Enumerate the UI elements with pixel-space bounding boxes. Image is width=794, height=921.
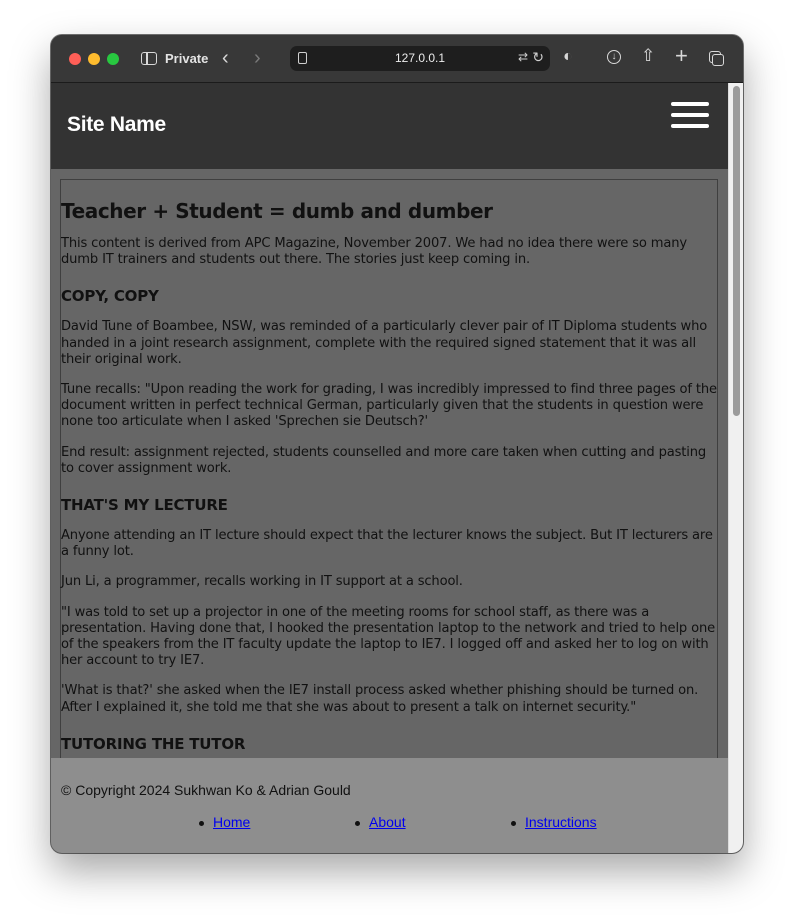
footer-nav-item: About xyxy=(355,814,406,830)
browser-window: Private ‹ › 127.0.0.1 ⇄ ↻ ◐ ↓ ⇧ + Site N… xyxy=(51,35,743,853)
home-link[interactable]: Home xyxy=(213,814,250,830)
paragraph: Anyone attending an IT lecture should ex… xyxy=(61,528,713,560)
download-icon[interactable]: ↓ xyxy=(607,50,621,64)
instructions-link[interactable]: Instructions xyxy=(525,814,597,830)
forward-arrow-icon[interactable]: › xyxy=(254,48,261,68)
section-heading: COPY, COPY xyxy=(61,287,159,306)
site-footer: © Copyright 2024 Sukhwan Ko & Adrian Gou… xyxy=(51,758,728,853)
new-tab-icon[interactable]: + xyxy=(675,45,688,67)
translate-icon[interactable]: ⇄ xyxy=(518,50,528,64)
section-heading: TUTORING THE TUTOR xyxy=(61,734,246,753)
url-text: 127.0.0.1 xyxy=(394,51,446,65)
paragraph: Tune recalls: "Upon reading the work for… xyxy=(61,382,717,430)
vertical-scrollbar[interactable] xyxy=(728,83,743,853)
article-title: Teacher + Student = dumb and dumber xyxy=(61,199,493,223)
footer-nav-item: Instructions xyxy=(511,814,597,830)
tab-overview-icon[interactable] xyxy=(709,51,724,66)
paragraph: 'What is that?' she asked when the IE7 i… xyxy=(61,683,699,715)
close-window-button[interactable] xyxy=(69,53,81,65)
copyright-text: © Copyright 2024 Sukhwan Ko & Adrian Gou… xyxy=(61,782,351,798)
zoom-window-button[interactable] xyxy=(107,53,119,65)
site-header: Site Name xyxy=(51,83,728,169)
share-icon[interactable]: ⇧ xyxy=(641,47,655,64)
back-arrow-icon[interactable]: ‹ xyxy=(222,48,229,68)
paragraph: "I was told to set up a projector in one… xyxy=(61,604,716,669)
address-bar[interactable]: 127.0.0.1 ⇄ ↻ xyxy=(290,46,550,71)
paragraph: End result: assignment rejected, student… xyxy=(61,444,707,476)
article: Teacher + Student = dumb and dumber This… xyxy=(60,179,718,853)
page-viewport: Site Name Teacher + Student = dumb and d… xyxy=(51,83,743,853)
reload-icon[interactable]: ↻ xyxy=(532,49,544,66)
shield-icon[interactable]: ◐ xyxy=(563,49,573,65)
article-intro: This content is derived from APC Magazin… xyxy=(61,236,687,268)
hamburger-menu-icon[interactable] xyxy=(671,102,709,132)
scrollbar-thumb[interactable] xyxy=(733,86,740,416)
section-heading: THAT'S MY LECTURE xyxy=(61,496,228,515)
site-name[interactable]: Site Name xyxy=(67,113,166,137)
private-mode-label: Private xyxy=(165,51,209,66)
minimize-window-button[interactable] xyxy=(88,53,100,65)
about-link[interactable]: About xyxy=(369,814,406,830)
footer-nav-item: Home xyxy=(198,814,250,830)
paragraph: David Tune of Boambee, NSW, was reminded… xyxy=(61,319,708,367)
paragraph: Jun Li, a programmer, recalls working in… xyxy=(61,574,463,590)
sidebar-toggle-icon[interactable] xyxy=(141,52,157,65)
browser-toolbar: Private ‹ › 127.0.0.1 ⇄ ↻ ◐ ↓ ⇧ + xyxy=(51,35,743,83)
